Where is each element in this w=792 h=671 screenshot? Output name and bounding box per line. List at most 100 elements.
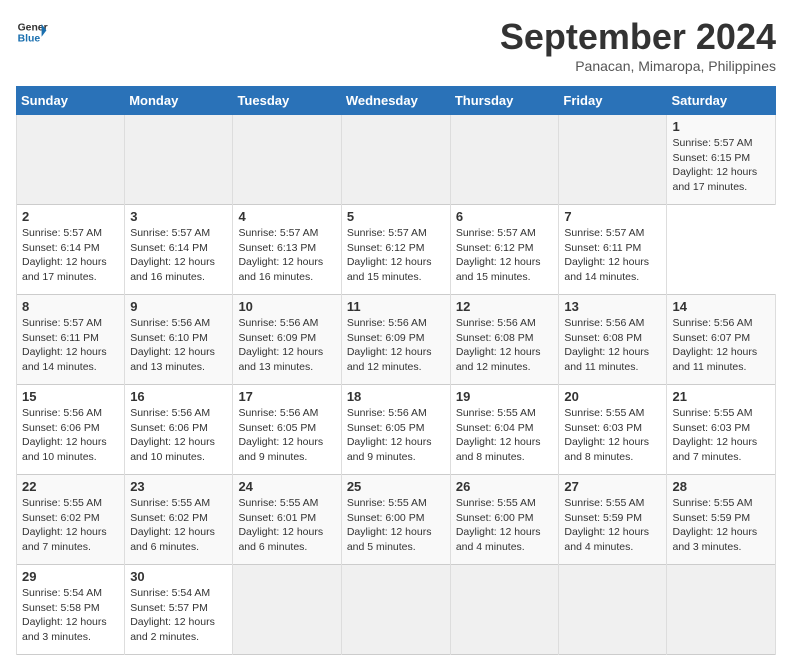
col-thursday: Thursday <box>450 87 559 115</box>
calendar-cell: 29 Sunrise: 5:54 AMSunset: 5:58 PMDayligh… <box>17 565 125 655</box>
day-number: 2 <box>22 209 119 224</box>
cell-info: Sunrise: 5:56 AMSunset: 6:09 PMDaylight:… <box>238 316 335 375</box>
calendar-cell: 9Sunrise: 5:56 AMSunset: 6:10 PMDaylight… <box>125 295 233 385</box>
cell-info: Sunrise: 5:57 AMSunset: 6:15 PMDaylight:… <box>672 136 770 195</box>
day-number: 20 <box>564 389 661 404</box>
calendar-cell: 3Sunrise: 5:57 AMSunset: 6:14 PMDaylight… <box>125 205 233 295</box>
cell-info: Sunrise: 5:55 AMSunset: 6:02 PMDaylight:… <box>22 496 119 555</box>
cell-info: Sunrise: 5:56 AMSunset: 6:06 PMDaylight:… <box>22 406 119 465</box>
calendar-cell: 26 Sunrise: 5:55 AMSunset: 6:00 PMDayligh… <box>450 475 559 565</box>
empty-cell <box>559 115 667 205</box>
calendar-cell: 12Sunrise: 5:56 AMSunset: 6:08 PMDayligh… <box>450 295 559 385</box>
cell-info: Sunrise: 5:57 AMSunset: 6:11 PMDaylight:… <box>22 316 119 375</box>
day-number: 4 <box>238 209 335 224</box>
day-number: 15 <box>22 389 119 404</box>
title-block: September 2024 Panacan, Mimaropa, Philip… <box>500 16 776 74</box>
cell-info: Sunrise: 5:56 AMSunset: 6:07 PMDaylight:… <box>672 316 770 375</box>
calendar-cell: 10Sunrise: 5:56 AMSunset: 6:09 PMDayligh… <box>233 295 341 385</box>
calendar-cell: 6Sunrise: 5:57 AMSunset: 6:12 PMDaylight… <box>450 205 559 295</box>
calendar-cell <box>450 565 559 655</box>
cell-info: Sunrise: 5:55 AMSunset: 5:59 PMDaylight:… <box>564 496 661 555</box>
col-monday: Monday <box>125 87 233 115</box>
calendar-cell: 28 Sunrise: 5:55 AMSunset: 5:59 PMDayligh… <box>667 475 776 565</box>
calendar-cell: 19Sunrise: 5:55 AMSunset: 6:04 PMDayligh… <box>450 385 559 475</box>
week-row: 15 Sunrise: 5:56 AMSunset: 6:06 PMDayligh… <box>17 385 776 475</box>
cell-info: Sunrise: 5:55 AMSunset: 6:03 PMDaylight:… <box>672 406 770 465</box>
col-wednesday: Wednesday <box>341 87 450 115</box>
week-row: 29 Sunrise: 5:54 AMSunset: 5:58 PMDayligh… <box>17 565 776 655</box>
day-number: 18 <box>347 389 445 404</box>
day-number: 23 <box>130 479 227 494</box>
calendar-body: 1 Sunrise: 5:57 AMSunset: 6:15 PMDaylight… <box>17 115 776 655</box>
cell-info: Sunrise: 5:55 AMSunset: 6:04 PMDaylight:… <box>456 406 554 465</box>
calendar-cell: 21 Sunrise: 5:55 AMSunset: 6:03 PMDayligh… <box>667 385 776 475</box>
calendar-cell: 15 Sunrise: 5:56 AMSunset: 6:06 PMDayligh… <box>17 385 125 475</box>
calendar-cell: 20 Sunrise: 5:55 AMSunset: 6:03 PMDayligh… <box>559 385 667 475</box>
calendar-cell <box>559 565 667 655</box>
calendar-cell: 1 Sunrise: 5:57 AMSunset: 6:15 PMDaylight… <box>667 115 776 205</box>
calendar-cell: 27 Sunrise: 5:55 AMSunset: 5:59 PMDayligh… <box>559 475 667 565</box>
calendar-cell: 16Sunrise: 5:56 AMSunset: 6:06 PMDayligh… <box>125 385 233 475</box>
day-number: 5 <box>347 209 445 224</box>
cell-info: Sunrise: 5:56 AMSunset: 6:09 PMDaylight:… <box>347 316 445 375</box>
day-number: 1 <box>672 119 770 134</box>
day-number: 28 <box>672 479 770 494</box>
calendar-cell <box>233 565 341 655</box>
cell-info: Sunrise: 5:56 AMSunset: 6:08 PMDaylight:… <box>456 316 554 375</box>
cell-info: Sunrise: 5:57 AMSunset: 6:12 PMDaylight:… <box>456 226 554 285</box>
calendar-cell: 8 Sunrise: 5:57 AMSunset: 6:11 PMDaylight… <box>17 295 125 385</box>
calendar-cell: 14Sunrise: 5:56 AMSunset: 6:07 PMDayligh… <box>667 295 776 385</box>
calendar-cell: 17Sunrise: 5:56 AMSunset: 6:05 PMDayligh… <box>233 385 341 475</box>
cell-info: Sunrise: 5:57 AMSunset: 6:14 PMDaylight:… <box>130 226 227 285</box>
week-row: 22 Sunrise: 5:55 AMSunset: 6:02 PMDayligh… <box>17 475 776 565</box>
day-number: 29 <box>22 569 119 584</box>
header-row: Sunday Monday Tuesday Wednesday Thursday… <box>17 87 776 115</box>
logo: General Blue <box>16 16 48 48</box>
cell-info: Sunrise: 5:56 AMSunset: 6:08 PMDaylight:… <box>564 316 661 375</box>
calendar-cell: 24 Sunrise: 5:55 AMSunset: 6:01 PMDayligh… <box>233 475 341 565</box>
col-tuesday: Tuesday <box>233 87 341 115</box>
calendar-cell: 25 Sunrise: 5:55 AMSunset: 6:00 PMDayligh… <box>341 475 450 565</box>
logo-icon: General Blue <box>16 16 48 48</box>
week-row: 8 Sunrise: 5:57 AMSunset: 6:11 PMDaylight… <box>17 295 776 385</box>
empty-cell <box>341 115 450 205</box>
cell-info: Sunrise: 5:57 AMSunset: 6:11 PMDaylight:… <box>564 226 661 285</box>
day-number: 25 <box>347 479 445 494</box>
cell-info: Sunrise: 5:56 AMSunset: 6:10 PMDaylight:… <box>130 316 227 375</box>
cell-info: Sunrise: 5:55 AMSunset: 6:00 PMDaylight:… <box>347 496 445 555</box>
calendar-table: Sunday Monday Tuesday Wednesday Thursday… <box>16 86 776 655</box>
calendar-cell: 18 Sunrise: 5:56 AMSunset: 6:05 PMDayligh… <box>341 385 450 475</box>
calendar-cell: 22 Sunrise: 5:55 AMSunset: 6:02 PMDayligh… <box>17 475 125 565</box>
day-number: 24 <box>238 479 335 494</box>
calendar-cell: 7 Sunrise: 5:57 AMSunset: 6:11 PMDaylight… <box>559 205 667 295</box>
day-number: 8 <box>22 299 119 314</box>
cell-info: Sunrise: 5:56 AMSunset: 6:06 PMDaylight:… <box>130 406 227 465</box>
day-number: 7 <box>564 209 661 224</box>
cell-info: Sunrise: 5:55 AMSunset: 6:02 PMDaylight:… <box>130 496 227 555</box>
cell-info: Sunrise: 5:55 AMSunset: 6:03 PMDaylight:… <box>564 406 661 465</box>
calendar-cell <box>341 565 450 655</box>
cell-info: Sunrise: 5:55 AMSunset: 5:59 PMDaylight:… <box>672 496 770 555</box>
cell-info: Sunrise: 5:55 AMSunset: 6:01 PMDaylight:… <box>238 496 335 555</box>
calendar-cell <box>667 565 776 655</box>
cell-info: Sunrise: 5:54 AMSunset: 5:58 PMDaylight:… <box>22 586 119 645</box>
day-number: 26 <box>456 479 554 494</box>
day-number: 22 <box>22 479 119 494</box>
empty-cell <box>233 115 341 205</box>
calendar-cell: 2Sunrise: 5:57 AMSunset: 6:14 PMDaylight… <box>17 205 125 295</box>
cell-info: Sunrise: 5:56 AMSunset: 6:05 PMDaylight:… <box>347 406 445 465</box>
col-saturday: Saturday <box>667 87 776 115</box>
calendar-cell: 5 Sunrise: 5:57 AMSunset: 6:12 PMDaylight… <box>341 205 450 295</box>
col-sunday: Sunday <box>17 87 125 115</box>
cell-info: Sunrise: 5:57 AMSunset: 6:13 PMDaylight:… <box>238 226 335 285</box>
cell-info: Sunrise: 5:56 AMSunset: 6:05 PMDaylight:… <box>238 406 335 465</box>
day-number: 21 <box>672 389 770 404</box>
day-number: 30 <box>130 569 227 584</box>
page-header: General Blue September 2024 Panacan, Mim… <box>16 16 776 74</box>
empty-cell <box>17 115 125 205</box>
cell-info: Sunrise: 5:57 AMSunset: 6:12 PMDaylight:… <box>347 226 445 285</box>
cell-info: Sunrise: 5:55 AMSunset: 6:00 PMDaylight:… <box>456 496 554 555</box>
day-number: 13 <box>564 299 661 314</box>
day-number: 27 <box>564 479 661 494</box>
day-number: 11 <box>347 299 445 314</box>
